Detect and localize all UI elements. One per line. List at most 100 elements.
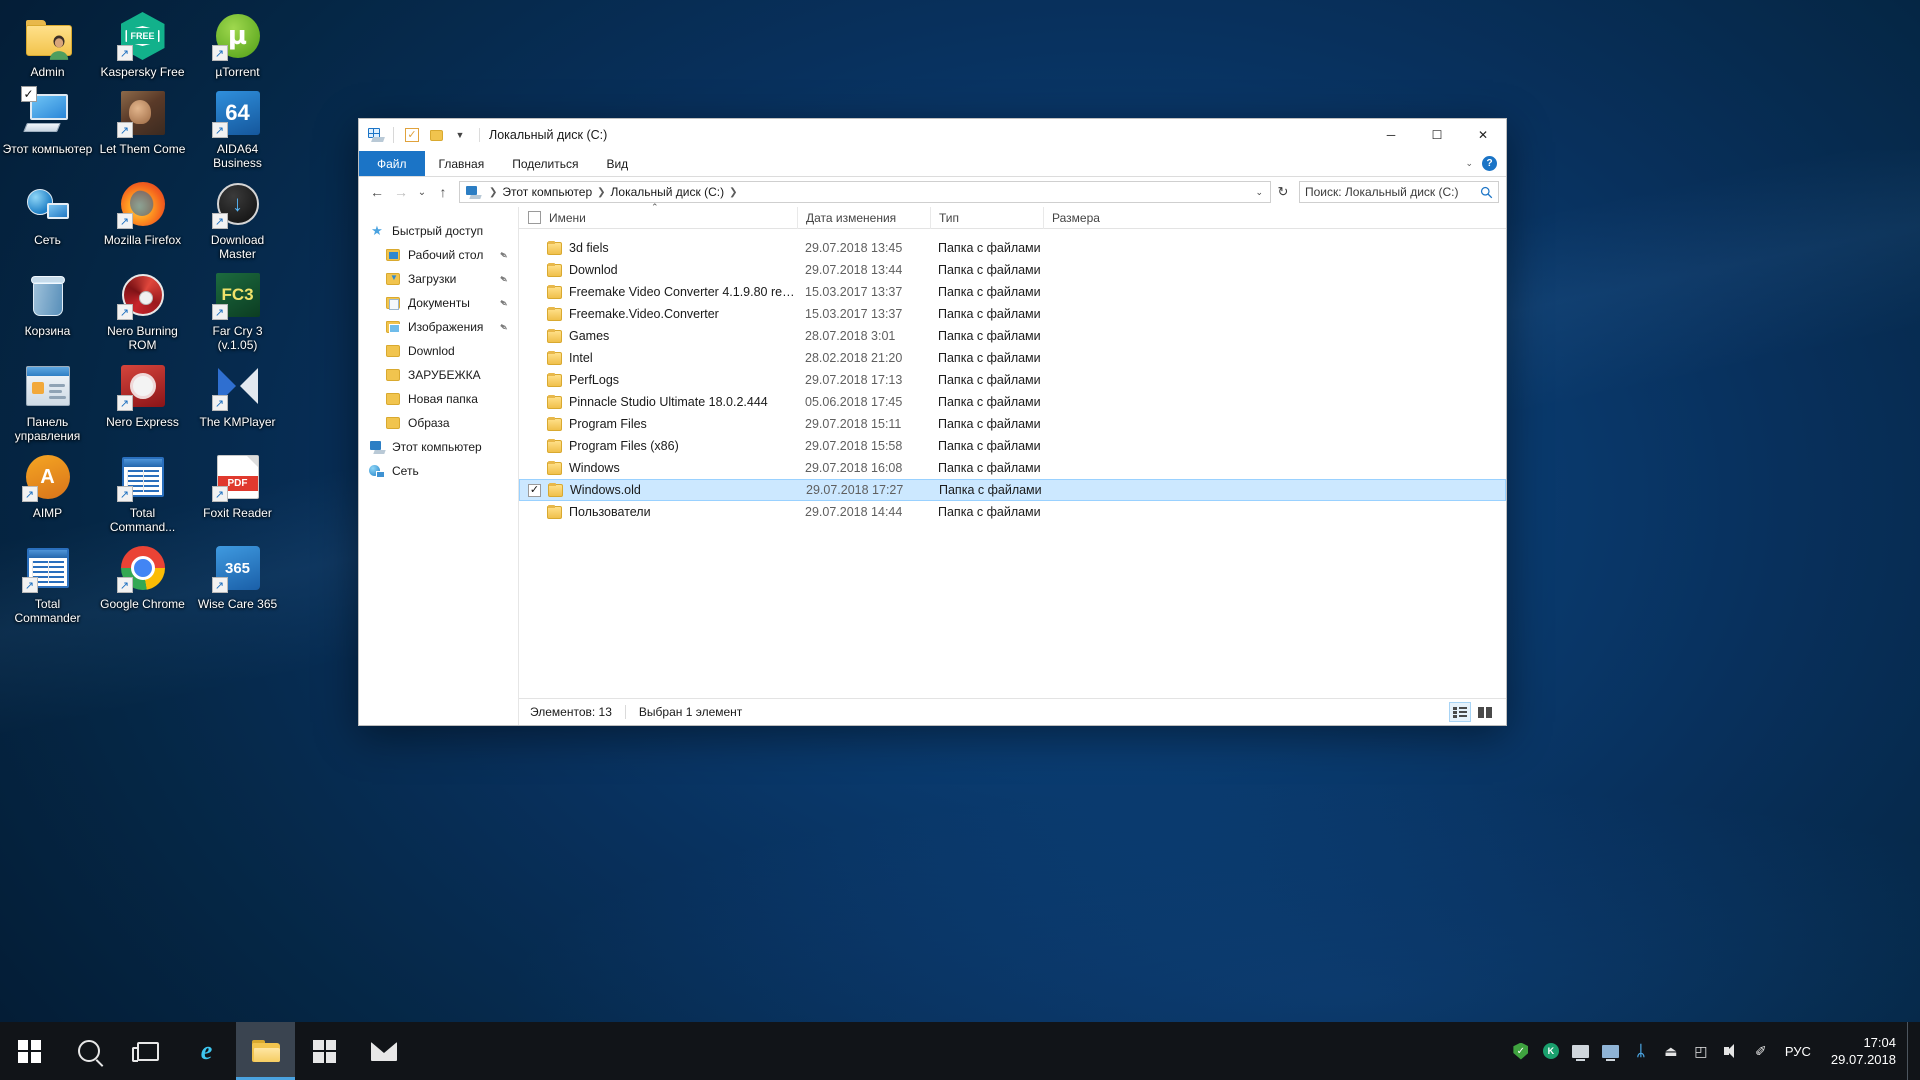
pin-icon[interactable]: ✒: [496, 247, 511, 263]
table-row[interactable]: Program Files 29.07.2018 15:11 Папка с фай…: [519, 413, 1506, 435]
properties-checkbox-icon[interactable]: ✓: [402, 125, 422, 145]
volume-icon[interactable]: [1716, 1022, 1746, 1080]
sidebar-item[interactable]: ★ Быстрый доступ: [359, 219, 518, 243]
new-folder-icon[interactable]: [426, 125, 446, 145]
pin-icon[interactable]: ✒: [496, 295, 511, 311]
usb-eject-icon[interactable]: ⏏: [1656, 1022, 1686, 1080]
taskbar-explorer-button[interactable]: [236, 1022, 295, 1080]
tab-home[interactable]: Главная: [425, 151, 499, 176]
taskbar-search-button[interactable]: [59, 1022, 118, 1080]
table-row[interactable]: PerfLogs 29.07.2018 17:13 Папка с файлами: [519, 369, 1506, 391]
taskbar-edge-button[interactable]: e: [177, 1022, 236, 1080]
search-input[interactable]: [1305, 185, 1480, 199]
bluetooth-icon[interactable]: ᛦ: [1626, 1022, 1656, 1080]
table-row[interactable]: Windows 29.07.2018 16:08 Папка с файлами: [519, 457, 1506, 479]
pin-icon[interactable]: ✒: [496, 271, 511, 287]
chevron-down-icon[interactable]: ⌄: [1465, 158, 1473, 169]
start-button[interactable]: [0, 1022, 59, 1080]
tab-share[interactable]: Поделиться: [498, 151, 592, 176]
sidebar-item[interactable]: Downlod: [359, 339, 518, 363]
desktop-icon[interactable]: FREE ↗ Kaspersky Free: [95, 6, 190, 83]
customize-caret-icon[interactable]: ▼: [450, 125, 470, 145]
network-icon[interactable]: ◰: [1686, 1022, 1716, 1080]
desktop-icon[interactable]: A ↗ AIMP: [0, 447, 95, 538]
table-row[interactable]: Games 28.07.2018 3:01 Папка с файлами: [519, 325, 1506, 347]
kaspersky-tray-icon[interactable]: K: [1536, 1022, 1566, 1080]
language-indicator[interactable]: РУС: [1776, 1022, 1820, 1080]
tab-view[interactable]: Вид: [592, 151, 642, 176]
table-row[interactable]: Intel 28.02.2018 21:20 Папка с файлами: [519, 347, 1506, 369]
desktop-icon[interactable]: ↗ Total Command...: [95, 447, 190, 538]
sidebar-item[interactable]: Этот компьютер: [359, 435, 518, 459]
table-row[interactable]: Freemake Video Converter 4.1.9.80 rep...…: [519, 281, 1506, 303]
taskbar-store-button[interactable]: [295, 1022, 354, 1080]
close-button[interactable]: ✕: [1460, 119, 1506, 151]
up-button[interactable]: ↑: [432, 181, 454, 203]
table-row[interactable]: ✓ Windows.old 29.07.2018 17:27 Папка с файл…: [519, 479, 1506, 501]
desktop-icon[interactable]: PDF ↗ Foxit Reader: [190, 447, 285, 538]
select-all-checkbox[interactable]: [528, 211, 541, 224]
sidebar-item[interactable]: Изображения ✒: [359, 315, 518, 339]
recent-locations-icon[interactable]: ⌄: [414, 181, 430, 203]
table-row[interactable]: Pinnacle Studio Ultimate 18.0.2.444 05.06…: [519, 391, 1506, 413]
table-row[interactable]: Downlod 29.07.2018 13:44 Папка с файлами: [519, 259, 1506, 281]
desktop-icon[interactable]: µ ↗ µTorrent: [190, 6, 285, 83]
forward-button[interactable]: →: [390, 181, 412, 203]
sidebar-item[interactable]: Рабочий стол ✒: [359, 243, 518, 267]
security-shield-icon[interactable]: ✓: [1506, 1022, 1536, 1080]
sidebar-item[interactable]: Сеть: [359, 459, 518, 483]
taskbar-mail-button[interactable]: [354, 1022, 413, 1080]
desktop-icon[interactable]: Корзина: [0, 265, 95, 356]
column-header-size[interactable]: Размера: [1043, 206, 1123, 229]
desktop-icon[interactable]: ↗ Total Commander: [0, 538, 95, 629]
monitor-tray-icon[interactable]: [1566, 1022, 1596, 1080]
address-bar[interactable]: ❯ Этот компьютер ❯ Локальный диск (C:) ❯…: [459, 181, 1271, 203]
help-icon[interactable]: ?: [1482, 156, 1497, 171]
address-dropdown-icon[interactable]: ⌄: [1252, 187, 1266, 198]
show-desktop-button[interactable]: [1907, 1022, 1916, 1080]
search-box[interactable]: [1299, 181, 1499, 203]
clock[interactable]: 17:04 29.07.2018: [1820, 1022, 1907, 1080]
table-row[interactable]: Program Files (x86) 29.07.2018 15:58 Папка…: [519, 435, 1506, 457]
sidebar-item[interactable]: ЗАРУБЕЖКА: [359, 363, 518, 387]
desktop-icon[interactable]: 64 ↗ AIDA64 Business: [190, 83, 285, 174]
pin-icon[interactable]: ✒: [496, 319, 511, 335]
this-pc-icon[interactable]: [365, 125, 385, 145]
desktop-icon[interactable]: 365 ↗ Wise Care 365: [190, 538, 285, 629]
task-view-button[interactable]: [118, 1022, 177, 1080]
sidebar-item[interactable]: Документы ✒: [359, 291, 518, 315]
desktop-icon[interactable]: ↗ Mozilla Firefox: [95, 174, 190, 265]
maximize-button[interactable]: ☐: [1414, 119, 1460, 151]
sidebar-item[interactable]: Загрузки ✒: [359, 267, 518, 291]
search-icon[interactable]: [1480, 186, 1493, 199]
pen-settings-icon[interactable]: ✐: [1746, 1022, 1776, 1080]
minimize-button[interactable]: ─: [1368, 119, 1414, 151]
row-checkbox[interactable]: ✓: [528, 483, 541, 497]
desktop-icon[interactable]: FC3 ↗ Far Cry 3 (v.1.05): [190, 265, 285, 356]
column-header-date[interactable]: Дата изменения: [797, 206, 930, 229]
table-row[interactable]: Freemake.Video.Converter 15.03.2017 13:37…: [519, 303, 1506, 325]
table-row[interactable]: 3d fiels 29.07.2018 13:45 Папка с файлами: [519, 237, 1506, 259]
desktop-icon[interactable]: Admin: [0, 6, 95, 83]
desktop-icon[interactable]: Сеть: [0, 174, 95, 265]
large-icons-view-button[interactable]: [1474, 702, 1496, 722]
selection-checkbox[interactable]: ✓: [20, 86, 37, 102]
table-row[interactable]: Пользователи 29.07.2018 14:44 Папка с файл…: [519, 501, 1506, 523]
display-settings-icon[interactable]: [1596, 1022, 1626, 1080]
details-view-button[interactable]: [1449, 702, 1471, 722]
breadcrumb-local-disk[interactable]: Локальный диск (C:): [611, 185, 725, 199]
desktop-icon[interactable]: ↗ Let Them Come: [95, 83, 190, 174]
back-button[interactable]: ←: [366, 181, 388, 203]
desktop-icon[interactable]: ✓ Этот компьютер: [0, 83, 95, 174]
tab-file[interactable]: Файл: [359, 151, 425, 176]
sidebar-item[interactable]: Новая папка: [359, 387, 518, 411]
desktop-icon[interactable]: ↓ ↗ Download Master: [190, 174, 285, 265]
sidebar-item[interactable]: Образа: [359, 411, 518, 435]
column-header-name[interactable]: Имени ⌃: [519, 202, 797, 229]
desktop-icon[interactable]: ↗ Google Chrome: [95, 538, 190, 629]
desktop-icon[interactable]: Панель управления: [0, 356, 95, 447]
desktop-icon[interactable]: ↗ Nero Burning ROM: [95, 265, 190, 356]
breadcrumb-this-pc[interactable]: Этот компьютер: [502, 185, 592, 199]
desktop-icon[interactable]: ↗ The KMPlayer: [190, 356, 285, 447]
desktop-icon[interactable]: ↗ Nero Express: [95, 356, 190, 447]
